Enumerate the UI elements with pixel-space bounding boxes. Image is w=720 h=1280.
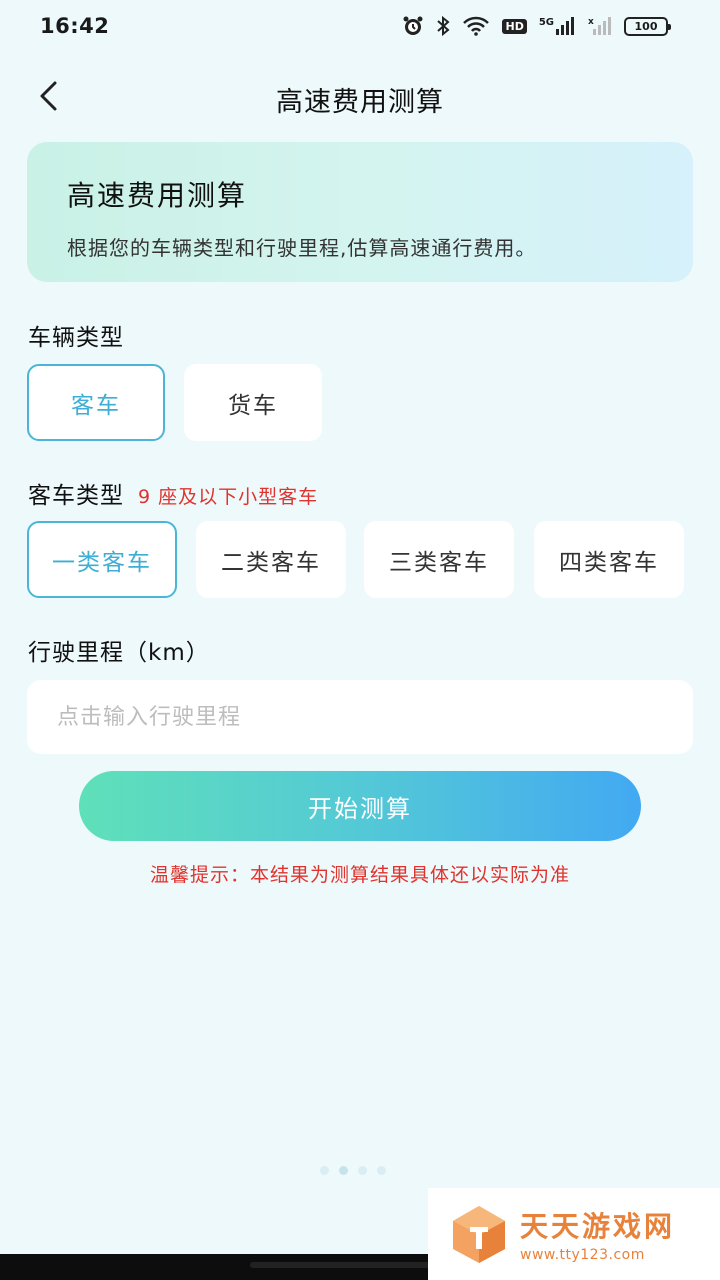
bus-option-label: 一类客车 (52, 549, 152, 576)
watermark-text: 天天游戏网 www.tty123.com (520, 1205, 675, 1263)
bus-type-title: 客车类型 (28, 483, 124, 509)
page-dot (320, 1166, 329, 1175)
mileage-input[interactable] (27, 680, 693, 754)
battery-icon: 100 (624, 16, 671, 36)
disclaimer-tip: 温馨提示：本结果为测算结果具体还以实际为准 (149, 864, 570, 886)
page-title: 高速费用测算 (276, 87, 444, 118)
bus-type-hint: 9 座及以下小型客车 (138, 486, 319, 508)
intro-description: 根据您的车辆类型和行驶里程,估算高速通行费用。 (67, 236, 537, 260)
vehicle-option-truck[interactable]: 货车 (184, 364, 322, 441)
bus-option-class-4[interactable]: 四类客车 (534, 521, 684, 598)
app-screen: 16:42 HD 5G x 100 高速费用测算 高速费用测算 根据您的车辆类型… (0, 0, 720, 1280)
mileage-label: 行驶里程（km） (28, 640, 210, 666)
bus-option-class-1[interactable]: 一类客车 (27, 521, 177, 598)
watermark: 天天游戏网 www.tty123.com (428, 1188, 720, 1280)
bus-type-label: 客车类型 9 座及以下小型客车 (28, 476, 318, 510)
wifi-icon (462, 16, 490, 36)
vehicle-option-label: 客车 (71, 392, 121, 419)
bus-option-label: 四类客车 (559, 549, 659, 576)
header: 高速费用测算 (0, 60, 720, 132)
mileage-input-wrapper (27, 680, 693, 754)
hd-badge: HD (502, 18, 527, 34)
page-indicator (320, 1166, 386, 1175)
vehicle-option-label: 货车 (228, 392, 278, 419)
signal-secondary-icon: x (588, 17, 612, 35)
bus-option-label: 三类客车 (389, 549, 489, 576)
bus-option-label: 二类客车 (221, 549, 321, 576)
page-dot (377, 1166, 386, 1175)
alarm-icon (402, 15, 424, 37)
watermark-logo-icon (453, 1206, 505, 1263)
intro-title: 高速费用测算 (67, 179, 248, 212)
page-dot (358, 1166, 367, 1175)
battery-level: 100 (634, 19, 658, 33)
watermark-name: 天天游戏网 (520, 1210, 676, 1243)
page-dot (339, 1166, 348, 1175)
status-time: 16:42 (40, 14, 110, 38)
network-type: 5G (538, 17, 554, 28)
bluetooth-icon (436, 15, 451, 37)
start-calculate-button[interactable]: 开始测算 (79, 771, 641, 841)
vehicle-type-label: 车辆类型 (28, 325, 124, 351)
signal-5g-icon: 5G (539, 17, 576, 35)
status-icons: HD 5G x 100 (402, 15, 671, 37)
watermark-url: www.tty123.com (520, 1247, 645, 1263)
svg-text:x: x (588, 17, 594, 27)
intro-card: 高速费用测算 根据您的车辆类型和行驶里程,估算高速通行费用。 (27, 142, 693, 282)
bus-option-class-2[interactable]: 二类客车 (196, 521, 346, 598)
bus-option-class-3[interactable]: 三类客车 (364, 521, 514, 598)
vehicle-option-bus[interactable]: 客车 (27, 364, 165, 441)
status-bar: 16:42 HD 5G x 100 (0, 0, 720, 52)
